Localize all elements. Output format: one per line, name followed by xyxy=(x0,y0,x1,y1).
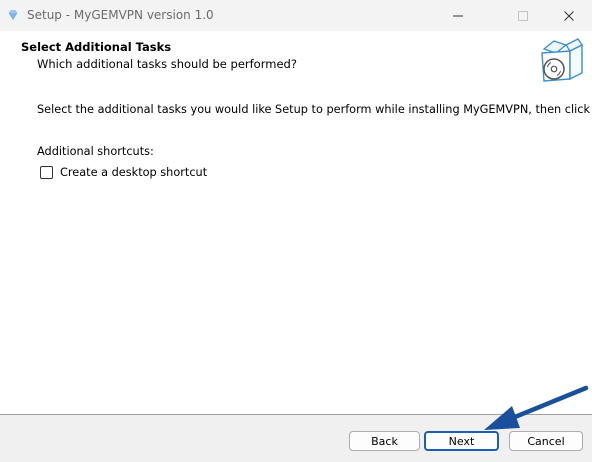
title-bar[interactable]: Setup - MyGEMVPN version 1.0 xyxy=(0,0,592,31)
maximize-icon xyxy=(518,10,528,21)
box-disc-icon xyxy=(541,38,583,82)
setup-window: Setup - MyGEMVPN version 1.0 Select Addi… xyxy=(0,0,592,462)
additional-shortcuts-label: Additional shortcuts: xyxy=(37,145,154,158)
desktop-shortcut-checkbox[interactable] xyxy=(40,166,53,179)
wizard-header: Select Additional Tasks Which additional… xyxy=(0,31,592,89)
close-button[interactable] xyxy=(546,0,592,31)
maximize-button[interactable] xyxy=(500,0,546,31)
minimize-button[interactable] xyxy=(435,0,481,31)
footer-panel xyxy=(0,415,592,462)
cancel-button[interactable]: Cancel xyxy=(509,431,583,451)
close-icon xyxy=(564,10,574,21)
next-button[interactable]: Next xyxy=(424,431,499,451)
page-subtitle: Which additional tasks should be perform… xyxy=(37,57,297,71)
page-title: Select Additional Tasks xyxy=(21,40,172,54)
minimize-icon xyxy=(453,15,463,16)
instruction-text: Select the additional tasks you would li… xyxy=(37,103,592,116)
desktop-shortcut-option[interactable]: Create a desktop shortcut xyxy=(40,166,207,179)
window-title: Setup - MyGEMVPN version 1.0 xyxy=(27,8,214,22)
desktop-shortcut-label[interactable]: Create a desktop shortcut xyxy=(60,166,207,179)
diamond-icon xyxy=(8,10,18,21)
back-button[interactable]: Back xyxy=(349,431,420,451)
